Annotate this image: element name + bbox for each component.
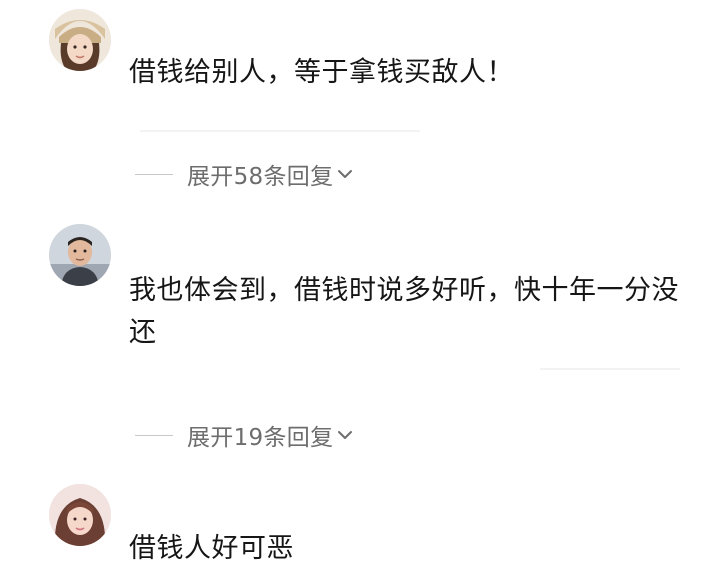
divider — [140, 130, 420, 132]
expand-replies-label: 展开19条回复 — [187, 425, 334, 451]
chevron-down-icon — [336, 165, 354, 183]
comment-text: 我也体会到，借钱时说多好听，快十年一分没还 — [129, 275, 679, 348]
divider — [135, 173, 173, 175]
expand-replies-button[interactable]: 展开19条回复 — [135, 418, 354, 452]
chevron-down-icon — [336, 426, 354, 444]
divider — [540, 368, 680, 370]
avatar[interactable] — [49, 224, 111, 286]
divider — [135, 434, 173, 436]
expand-replies-label: 展开58条回复 — [187, 164, 334, 190]
avatar[interactable] — [49, 484, 111, 546]
comment-text: 借钱人好可恶 — [129, 533, 294, 564]
comment-text: 借钱给别人，等于拿钱买敌人！ — [129, 57, 514, 88]
avatar[interactable] — [49, 9, 111, 71]
expand-replies-button[interactable]: 展开58条回复 — [135, 157, 354, 191]
